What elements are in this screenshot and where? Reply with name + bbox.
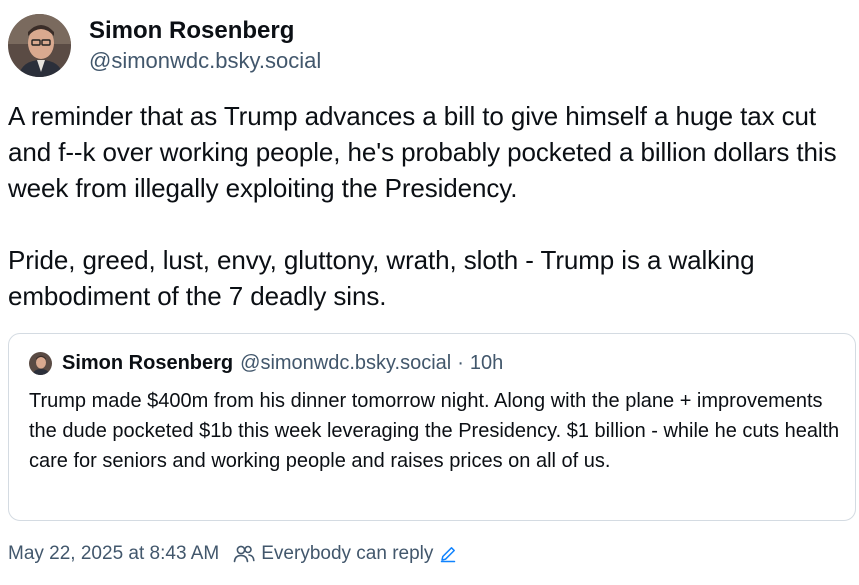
pencil-icon[interactable] [439, 545, 457, 563]
quoted-post-text: Trump made $400m from his dinner tomorro… [29, 390, 840, 472]
author-handle[interactable]: @simonwdc.bsky.social [89, 46, 321, 76]
quoted-author-avatar[interactable] [29, 351, 52, 375]
post-paragraph: Pride, greed, lust, envy, gluttony, wrat… [8, 245, 755, 311]
separator-dot: · [457, 352, 464, 374]
author-avatar[interactable] [8, 14, 71, 77]
person-photo-avatar-icon [8, 14, 71, 77]
reply-setting-label: Everybody can reply [261, 543, 434, 564]
reply-setting-button[interactable]: Everybody can reply [233, 543, 457, 565]
post-text: A reminder that as Trump advances a bill… [8, 98, 853, 314]
quoted-post-header: Simon Rosenberg @simonwdc.bsky.social · … [29, 350, 503, 376]
post-header: Simon Rosenberg @simonwdc.bsky.social [8, 14, 321, 77]
quoted-author-display-name[interactable]: Simon Rosenberg [62, 350, 233, 376]
people-icon [233, 545, 255, 563]
author-block: Simon Rosenberg @simonwdc.bsky.social [89, 16, 321, 76]
post-timestamp: May 22, 2025 at 8:43 AM [8, 543, 220, 564]
author-display-name[interactable]: Simon Rosenberg [89, 16, 321, 46]
quoted-post-time[interactable]: 10h [470, 350, 503, 376]
quoted-author-handle[interactable]: @simonwdc.bsky.social [240, 350, 451, 376]
person-photo-avatar-icon [29, 351, 52, 375]
post-paragraph: A reminder that as Trump advances a bill… [8, 101, 837, 203]
quoted-post-card[interactable]: Simon Rosenberg @simonwdc.bsky.social · … [8, 333, 856, 521]
post-meta: May 22, 2025 at 8:43 AM Everybody can re… [8, 543, 457, 565]
